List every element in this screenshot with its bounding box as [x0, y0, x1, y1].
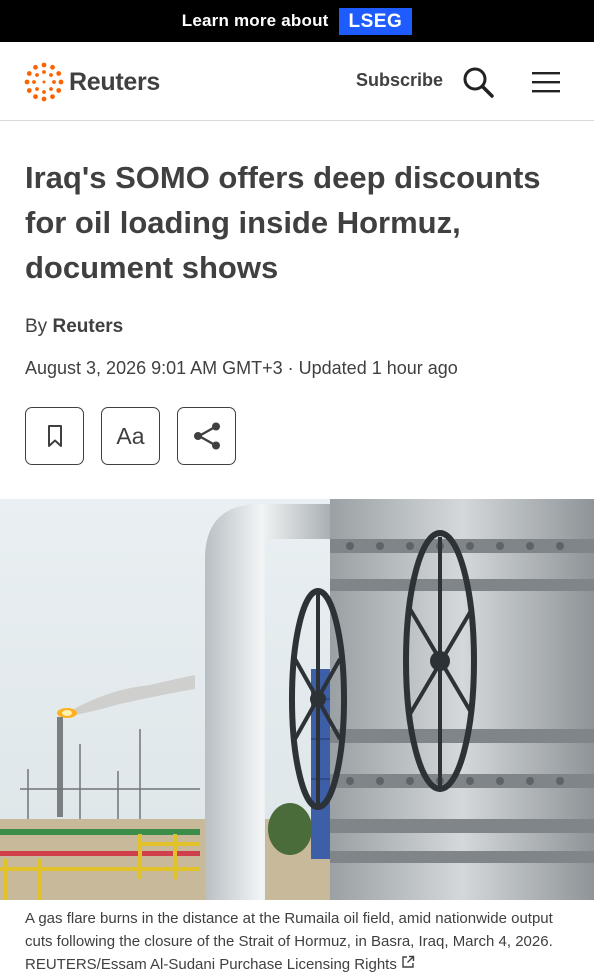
lseg-brand-badge: LSEG: [338, 7, 413, 35]
article-photo[interactable]: [0, 499, 594, 900]
author-link[interactable]: Reuters: [52, 316, 123, 337]
bookmark-icon: [47, 425, 62, 447]
share-button[interactable]: [177, 407, 236, 465]
site-header: Reuters Subscribe: [0, 42, 594, 121]
menu-icon[interactable]: [531, 70, 561, 94]
logo-wordmark: Reuters: [69, 67, 160, 96]
oil-field-photo: [0, 499, 594, 900]
photo-caption: A gas flare burns in the distance at the…: [25, 907, 580, 976]
byline-prefix: By: [25, 316, 48, 337]
article-headline: Iraq's SOMO offers deep discounts for oi…: [25, 160, 541, 285]
bookmark-button[interactable]: [25, 407, 84, 465]
banner-text: Learn more about: [181, 11, 329, 30]
search-icon[interactable]: [462, 66, 494, 98]
byline: By Reuters: [25, 316, 123, 338]
font-size-label: Aa: [116, 422, 145, 449]
share-icon: [193, 422, 220, 450]
external-link-icon[interactable]: [401, 955, 415, 969]
article-dateline: August 3, 2026 9:01 AM GMT+3 · Updated 1…: [25, 358, 458, 378]
subscribe-link[interactable]: Subscribe: [356, 70, 443, 91]
reuters-logo[interactable]: Reuters: [24, 62, 160, 102]
lseg-banner[interactable]: Learn more about LSEG: [0, 0, 594, 42]
font-size-button[interactable]: Aa: [101, 407, 160, 465]
caption-text: A gas flare burns in the distance at the…: [25, 910, 553, 973]
reuters-logo-icon: [24, 62, 64, 102]
